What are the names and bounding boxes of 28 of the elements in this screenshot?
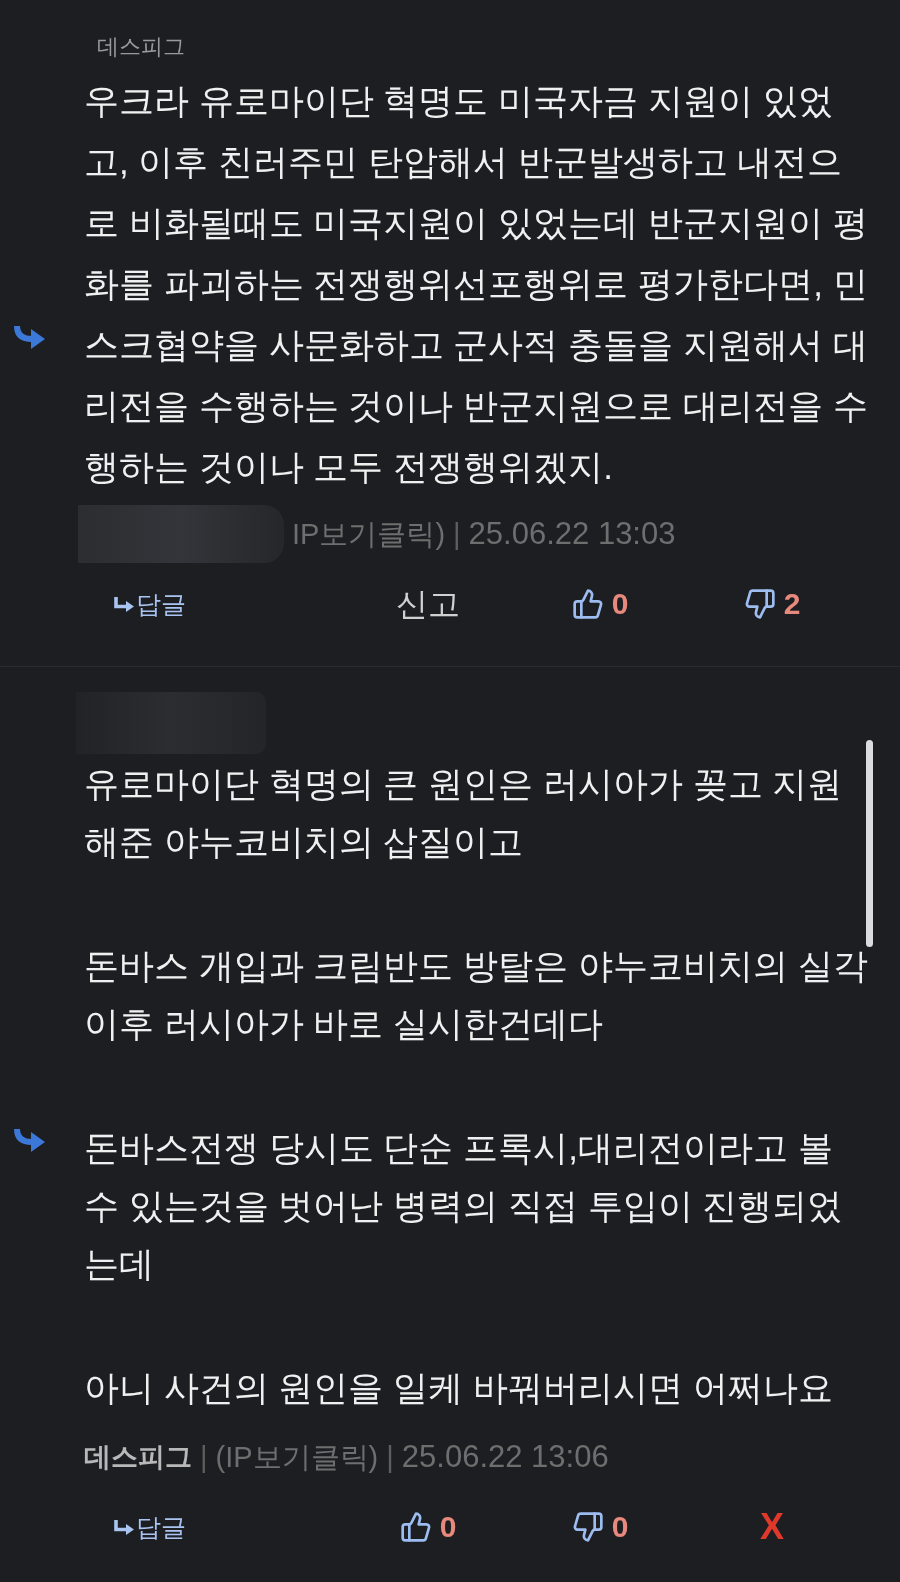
comment-text: 유로마이단 혁명의 큰 원인은 러시아가 꽂고 지원해준 야누코비치의 삽질이고 xyxy=(84,763,844,863)
dislike-button[interactable]: 0 xyxy=(571,1507,629,1547)
scrollbar[interactable] xyxy=(866,740,873,947)
comment-text: 돈바스 개입과 크림반도 방탈은 야누코비치의 실각 이후 러시아가 바로 실시한건데다 xyxy=(84,945,869,1045)
reply-arrow-icon xyxy=(12,323,46,349)
like-button[interactable]: 0 xyxy=(571,584,629,624)
comment-date: 25.06.22 13:06 xyxy=(401,1439,609,1475)
author-name: 데스피그 xyxy=(84,1441,192,1474)
comment-date: 25.06.22 13:03 xyxy=(468,516,676,552)
comment-text: 돈바스전쟁 당시도 단순 프록시,대리전이라고 볼 수 있는것을 벗어난 병력의 직접 투입이 진행되었는데 xyxy=(84,1127,844,1285)
thumbs-down-icon xyxy=(571,1511,604,1543)
thumbs-down-icon xyxy=(743,588,776,620)
thumbs-up-icon xyxy=(399,1511,432,1543)
reply-button[interactable]: 답글 xyxy=(114,588,186,620)
comment-text: 아니 사건의 원인을 일케 바꿔버리시면 어쩌나요 xyxy=(84,1367,834,1409)
delete-button[interactable]: X xyxy=(760,1507,784,1547)
separator: | xyxy=(200,1440,208,1475)
like-button[interactable]: 0 xyxy=(399,1507,457,1547)
separator: | xyxy=(386,1440,394,1475)
reply-button[interactable]: 답글 xyxy=(114,1511,186,1543)
thumbs-up-icon xyxy=(571,588,604,620)
reply-to-name: 데스피그 xyxy=(96,33,185,61)
reply-arrow-icon xyxy=(114,1519,134,1535)
comment-text: 우크라 유로마이단 혁명도 미국자금 지원이 있었고, 이후 친러주민 탄압해서 반군발생하고 내전으로 비화될때도 미국지원이 있었는데 반군지원이 평화를 파괴하는 전쟁행위선포행위로 평가한다면, 민스크협약을 사문화하고 군사적 충돌을 지원해서 대리전을 수행하는 것이나 반군지원으로 대리전을 수행하는 것이나 모두 전쟁행위겠지. xyxy=(84,80,869,488)
separator: | xyxy=(453,517,461,552)
dislike-button[interactable]: 2 xyxy=(743,584,801,624)
report-button[interactable]: 신고 xyxy=(396,584,460,624)
reply-arrow-icon xyxy=(114,596,134,612)
